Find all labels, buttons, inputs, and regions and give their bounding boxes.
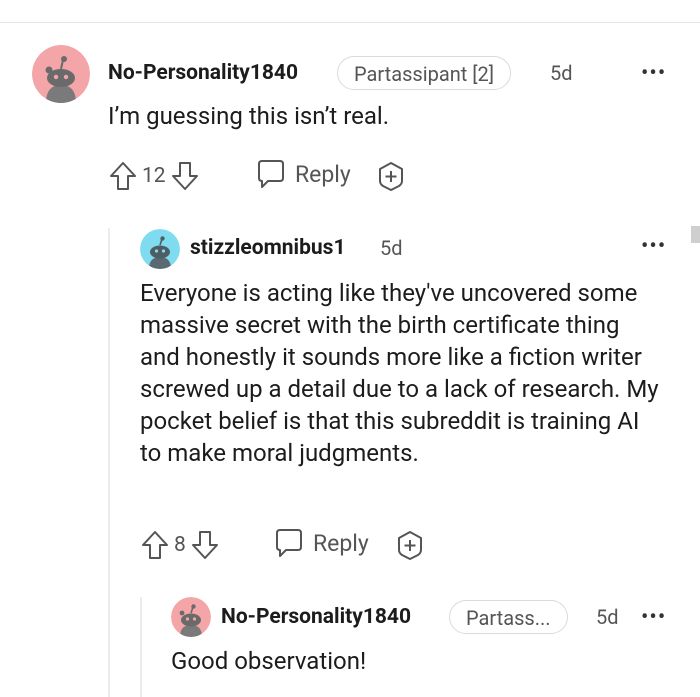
comment-text: Good observation!	[171, 647, 367, 675]
reply-label: Reply	[295, 160, 351, 188]
vote-count: 8	[174, 533, 186, 557]
top-divider	[0, 22, 700, 23]
upvote-icon[interactable]	[108, 160, 138, 192]
avatar[interactable]	[32, 45, 90, 103]
comment-text: Everyone is acting like they've uncovere…	[140, 279, 659, 467]
downvote-icon[interactable]	[190, 529, 220, 561]
award-button[interactable]	[375, 160, 407, 192]
reply-label: Reply	[313, 529, 369, 557]
comment-age: 5d	[550, 61, 573, 85]
comment-age: 5d	[596, 605, 619, 629]
username[interactable]: No-Personality1840	[221, 605, 411, 629]
avatar[interactable]	[171, 597, 211, 637]
upvote-icon[interactable]	[140, 529, 170, 561]
reply-icon	[255, 158, 287, 190]
award-icon	[394, 529, 426, 561]
reply-button[interactable]: Reply	[273, 527, 369, 559]
scrollbar[interactable]	[691, 226, 700, 243]
thread-line[interactable]	[140, 597, 142, 697]
avatar[interactable]	[140, 229, 180, 269]
username[interactable]: stizzleomnibus1	[190, 236, 346, 260]
reply-button[interactable]: Reply	[255, 158, 351, 190]
more-options-icon[interactable]: •••	[641, 607, 666, 629]
comment-text: I’m guessing this isn’t real.	[108, 102, 390, 130]
more-options-icon[interactable]: •••	[641, 236, 666, 258]
reply-icon	[273, 527, 305, 559]
award-icon	[375, 160, 407, 192]
vote-controls: 8	[140, 529, 220, 561]
comment-age: 5d	[380, 236, 403, 260]
user-flair: Partassipant [2]	[337, 56, 512, 90]
more-options-icon[interactable]: •••	[641, 63, 666, 85]
downvote-icon[interactable]	[170, 160, 200, 192]
user-flair: Partass...	[449, 600, 568, 634]
vote-controls: 12	[108, 160, 200, 192]
username[interactable]: No-Personality1840	[108, 61, 298, 85]
award-button[interactable]	[394, 529, 426, 561]
vote-count: 12	[142, 164, 166, 188]
thread-line[interactable]	[108, 228, 110, 697]
